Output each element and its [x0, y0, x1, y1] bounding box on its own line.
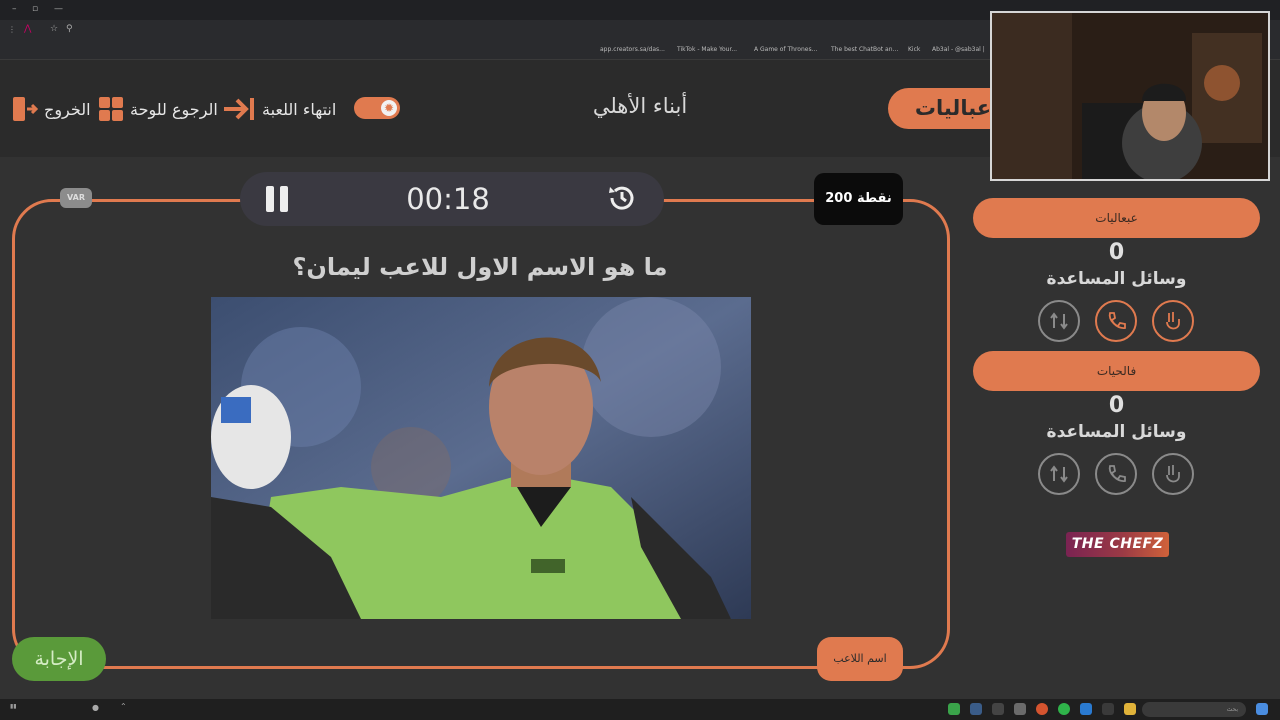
- windows-start-icon[interactable]: [1256, 703, 1268, 715]
- team-2-score: 0: [1108, 393, 1125, 418]
- team-2-bar: فالحيات: [973, 351, 1260, 391]
- app-icon[interactable]: [1102, 703, 1114, 715]
- bookmark-item[interactable]: app.creators.sa/das...: [600, 46, 665, 53]
- app-icon[interactable]: [1014, 703, 1026, 715]
- restart-timer-icon[interactable]: [606, 182, 638, 214]
- end-game-button[interactable]: انتهاء اللعبة: [222, 96, 336, 122]
- bookmark-item[interactable]: TikTok - Make Your...: [677, 46, 737, 53]
- game-title: أبناء الأهلي: [592, 94, 688, 118]
- restore-icon[interactable]: ▫: [32, 4, 38, 14]
- answer-button[interactable]: الإجابة: [12, 637, 106, 681]
- taskbar-search[interactable]: بحث: [1142, 702, 1246, 717]
- timer-display: 00:18: [406, 182, 490, 216]
- steam-icon[interactable]: [970, 703, 982, 715]
- two-answers-icon[interactable]: [1152, 300, 1194, 342]
- team-1-bar: عبعاليات: [973, 198, 1260, 238]
- chefz-logo: THE CHEFZ: [1066, 532, 1169, 557]
- bookmark-item[interactable]: A Game of Thrones...: [754, 46, 817, 53]
- var-button[interactable]: VAR: [60, 188, 92, 208]
- star-icon[interactable]: ☆: [50, 24, 58, 34]
- exit-button[interactable]: الخروج: [10, 96, 91, 122]
- app-icon[interactable]: [1080, 703, 1092, 715]
- whatsapp-icon[interactable]: [1058, 703, 1070, 715]
- gear-icon: ✹: [381, 100, 397, 116]
- chrome-icon[interactable]: [1036, 703, 1048, 715]
- app-icon[interactable]: [948, 703, 960, 715]
- chevron-up-icon[interactable]: ⌃: [120, 702, 127, 711]
- team-2-aids-title: وسائل المساعدة: [1046, 422, 1187, 442]
- extension-icon[interactable]: ⋀: [24, 24, 31, 34]
- minimize-icon[interactable]: –: [12, 4, 17, 14]
- bookmark-item[interactable]: Ab3al - @sab3al |: [932, 46, 985, 53]
- swap-question-icon[interactable]: [1038, 300, 1080, 342]
- pause-icon[interactable]: [266, 186, 290, 212]
- swap-question-icon[interactable]: [1038, 453, 1080, 495]
- end-game-label: انتهاء اللعبة: [262, 99, 337, 119]
- team-1-aids-title: وسائل المساعدة: [1046, 269, 1187, 289]
- team-1-score: 0: [1108, 240, 1125, 265]
- phone-call-icon[interactable]: [1095, 300, 1137, 342]
- menu-dots-icon[interactable]: ⋮: [8, 25, 16, 34]
- points-badge: 200 نقطة: [814, 173, 903, 225]
- settings-toggle[interactable]: ✹: [354, 97, 400, 119]
- question-text: ما هو الاسم الاول للاعب ليمان؟: [292, 253, 668, 281]
- clock-text-icon: ▮▮: [10, 703, 17, 710]
- exit-door-icon: [13, 97, 38, 121]
- microphone-icon[interactable]: ●: [92, 703, 99, 712]
- exit-label: الخروج: [44, 99, 91, 119]
- back-to-board-button[interactable]: الرجوع للوحة: [98, 96, 218, 122]
- grid-icon: [99, 97, 123, 121]
- two-answers-icon[interactable]: [1152, 453, 1194, 495]
- close-tab-icon[interactable]: —: [54, 4, 63, 14]
- folder-icon[interactable]: [1124, 703, 1136, 715]
- player-name-hint-button[interactable]: اسم اللاعب: [817, 637, 903, 681]
- search-icon[interactable]: ⚲: [66, 24, 73, 34]
- phone-call-icon[interactable]: [1095, 453, 1137, 495]
- webcam-overlay: [990, 11, 1270, 181]
- arrow-end-icon: [224, 98, 254, 120]
- app-icon[interactable]: [992, 703, 1004, 715]
- bookmark-item[interactable]: The best ChatBot an...: [831, 46, 898, 53]
- bookmark-item[interactable]: Kick: [908, 46, 920, 53]
- back-to-board-label: الرجوع للوحة: [130, 99, 218, 119]
- player-photo: [211, 297, 751, 619]
